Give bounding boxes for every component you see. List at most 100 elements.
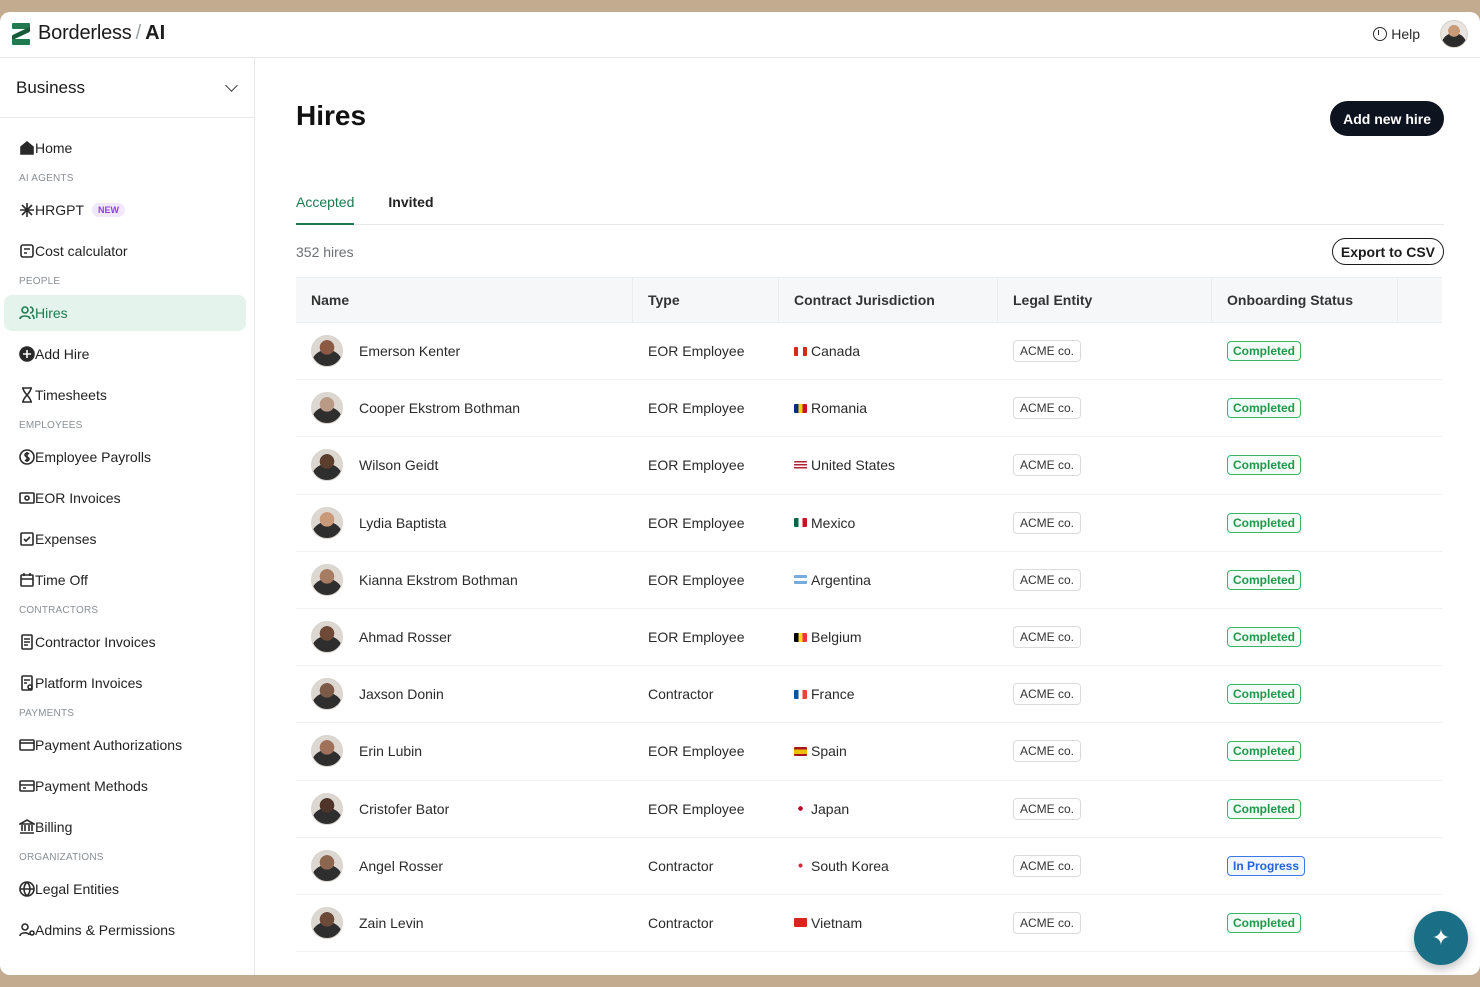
sidebar-item-home[interactable]: Home: [4, 130, 246, 166]
tab-invited[interactable]: Invited: [388, 188, 433, 225]
add-new-hire-button[interactable]: Add new hire: [1330, 101, 1444, 136]
column-header-onboarding-status[interactable]: Onboarding Status: [1212, 277, 1398, 323]
cell-status: In Progress: [1212, 855, 1398, 876]
table-row[interactable]: Angel Rosser Contractor South Korea ACME co…: [296, 838, 1442, 895]
cell-legal-entity: ACME co.: [998, 340, 1212, 363]
country-name: Romania: [811, 400, 868, 417]
cell-jurisdiction: South Korea: [779, 858, 998, 874]
hire-name[interactable]: Kianna Ekstrom Bothman: [359, 572, 518, 588]
table-row[interactable]: Erin Lubin EOR Employee Spain ACME co. Compl…: [296, 723, 1442, 781]
cell-type: EOR Employee: [648, 629, 745, 646]
help-link[interactable]: Help: [1373, 26, 1420, 42]
cell-type: Contractor: [648, 914, 714, 931]
avatar: [311, 792, 343, 825]
hire-name[interactable]: Erin Lubin: [359, 743, 422, 759]
column-header-name[interactable]: Name: [296, 277, 633, 323]
sidebar-item-employee-payrolls[interactable]: Employee Payrolls: [4, 439, 246, 475]
sidebar-item-hrgpt[interactable]: HRGPT NEW: [4, 192, 246, 228]
flag-icon: [794, 518, 807, 528]
sidebar-item-label: Employee Payrolls: [35, 449, 151, 465]
hire-name[interactable]: Lydia Baptista: [359, 515, 446, 531]
logo-mark-icon: [12, 22, 30, 45]
country-name: Belgium: [811, 629, 862, 646]
hire-name[interactable]: Cooper Ekstrom Bothman: [359, 400, 520, 416]
table-row[interactable]: Kianna Ekstrom Bothman EOR Employee Argent…: [296, 552, 1442, 609]
cell-status: Completed: [1212, 398, 1398, 419]
cell-name: Angel Rosser: [296, 849, 633, 882]
hire-name[interactable]: Jaxson Donin: [359, 686, 444, 702]
workspace-selector[interactable]: Business: [0, 58, 254, 118]
cell-type: EOR Employee: [648, 400, 745, 417]
workspace-label: Business: [16, 77, 85, 97]
status-badge: Completed: [1227, 512, 1302, 533]
cell-jurisdiction: Belgium: [779, 629, 998, 645]
avatar: [311, 735, 343, 768]
table-row[interactable]: Emerson Kenter EOR Employee Canada ACME co.…: [296, 323, 1442, 381]
column-header-type[interactable]: Type: [633, 277, 779, 323]
sidebar-item-hires[interactable]: Hires: [4, 295, 246, 331]
sidebar-item-add-hire[interactable]: Add Hire: [4, 336, 246, 372]
hire-name[interactable]: Ahmad Rosser: [359, 629, 452, 645]
legal-entity-tag: ACME co.: [1013, 683, 1082, 706]
hire-name[interactable]: Cristofer Bator: [359, 801, 449, 817]
cell-type: Contractor: [648, 857, 714, 874]
sidebar-item-legal-entities[interactable]: Legal Entities: [4, 871, 246, 907]
table-row[interactable]: Lydia Baptista EOR Employee Mexico ACME co.…: [296, 495, 1442, 552]
cell-name: Cristofer Bator: [296, 792, 633, 825]
hire-name[interactable]: Zain Levin: [359, 915, 424, 931]
sidebar-item-billing[interactable]: Billing: [4, 809, 246, 845]
hire-name[interactable]: Emerson Kenter: [359, 343, 460, 359]
sidebar-item-label: Legal Entities: [35, 881, 120, 897]
hire-name[interactable]: Wilson Geidt: [359, 457, 438, 473]
sidebar-item-payment-methods[interactable]: Payment Methods: [4, 768, 246, 804]
flag-icon: [794, 804, 807, 814]
column-header-legal-entity[interactable]: Legal Entity: [998, 277, 1212, 323]
legal-entity-tag: ACME co.: [1013, 797, 1082, 820]
table-row[interactable]: Cooper Ekstrom Bothman EOR Employee Romani…: [296, 380, 1442, 438]
cell-status: Completed: [1212, 341, 1398, 362]
sidebar-item-label: Expenses: [35, 531, 97, 547]
table-row[interactable]: Ahmad Rosser EOR Employee Belgium ACME co. C…: [296, 609, 1442, 667]
sidebar-item-expenses[interactable]: Expenses: [4, 521, 246, 557]
legal-entity-tag: ACME co.: [1013, 626, 1082, 649]
hire-name[interactable]: Angel Rosser: [359, 858, 443, 874]
user-avatar[interactable]: [1440, 20, 1468, 48]
table-row[interactable]: Cristofer Bator EOR Employee Japan ACME co.…: [296, 781, 1442, 838]
home-icon: [20, 140, 34, 155]
cell-legal-entity: ACME co.: [998, 397, 1212, 420]
document-icon: [21, 634, 33, 650]
sidebar-item-payment-authorizations[interactable]: Payment Authorizations: [4, 727, 246, 763]
status-badge: Completed: [1227, 684, 1302, 705]
legal-entity-tag: ACME co.: [1013, 511, 1082, 534]
cell-name: Erin Lubin: [296, 735, 633, 768]
brand-logo[interactable]: Borderless / AI: [12, 22, 165, 45]
tab-bar: Accepted Invited: [296, 188, 1444, 225]
sidebar-item-contractor-invoices[interactable]: Contractor Invoices: [4, 624, 246, 660]
flag-icon: [794, 918, 807, 928]
sidebar-item-label: Add Hire: [35, 346, 90, 362]
status-badge: In Progress: [1227, 855, 1306, 876]
section-payments: PAYMENTS: [19, 708, 75, 719]
sidebar-item-label: Payment Methods: [35, 778, 148, 794]
sidebar-item-eor-invoices[interactable]: EOR Invoices: [4, 480, 246, 516]
hires-count: 352 hires: [296, 244, 354, 260]
hires-table: Name Type Contract Jurisdiction Legal En…: [296, 277, 1442, 953]
table-row[interactable]: Zain Levin Contractor Vietnam ACME co. Compl…: [296, 895, 1442, 953]
sidebar-item-platform-invoices[interactable]: Platform Invoices: [4, 665, 246, 701]
status-badge: Completed: [1227, 455, 1302, 476]
cell-status: Completed: [1212, 455, 1398, 476]
plus-circle-icon: [19, 346, 35, 362]
sidebar-item-timesheets[interactable]: Timesheets: [4, 377, 246, 413]
export-csv-button[interactable]: Export to CSV: [1331, 238, 1444, 265]
invoice-icon: [19, 492, 35, 504]
legal-entity-tag: ACME co.: [1013, 454, 1082, 477]
globe-icon: [19, 881, 35, 897]
column-header-jurisdiction[interactable]: Contract Jurisdiction: [779, 277, 998, 323]
table-row[interactable]: Jaxson Donin Contractor France ACME co. Comp…: [296, 666, 1442, 724]
sidebar-item-cost-calculator[interactable]: Cost calculator: [4, 233, 246, 269]
ai-assistant-button[interactable]: ✦: [1414, 911, 1468, 965]
sidebar-item-admins-permissions[interactable]: Admins & Permissions: [4, 912, 246, 948]
sidebar-item-time-off[interactable]: Time Off: [4, 562, 246, 598]
tab-accepted[interactable]: Accepted: [296, 188, 355, 225]
table-row[interactable]: Wilson Geidt EOR Employee United States ACM…: [296, 437, 1442, 495]
